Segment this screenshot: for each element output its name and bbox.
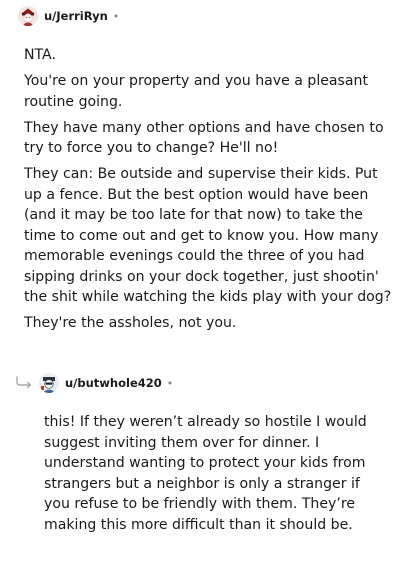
separator-dot: • — [112, 9, 120, 23]
comment-paragraph: They can: Be outside and supervise their… — [24, 166, 392, 305]
username-link[interactable]: u/JerriRyn — [44, 9, 108, 23]
comment-body: NTA. You're on your property and you hav… — [24, 45, 392, 339]
comment-header: u/butwhole420 • — [39, 373, 173, 393]
comment-paragraph: this! If they weren’t already so hostile… — [44, 414, 367, 533]
comment-paragraph: NTA. — [24, 47, 56, 63]
snoo-avatar-icon[interactable] — [39, 373, 59, 393]
comment-paragraph: They have many other options and have ch… — [24, 119, 384, 157]
username-link[interactable]: u/butwhole420 — [65, 376, 162, 390]
comment-header: u/JerriRyn • — [18, 6, 119, 26]
comment-body: this! If they weren’t already so hostile… — [44, 412, 388, 535]
separator-dot: • — [166, 376, 174, 390]
comment-paragraph: They're the assholes, not you. — [24, 315, 237, 331]
reply-arrow-icon — [15, 375, 35, 389]
comment-paragraph: You're on your property and you have a p… — [24, 73, 368, 110]
snoo-avatar-icon[interactable] — [18, 6, 38, 26]
